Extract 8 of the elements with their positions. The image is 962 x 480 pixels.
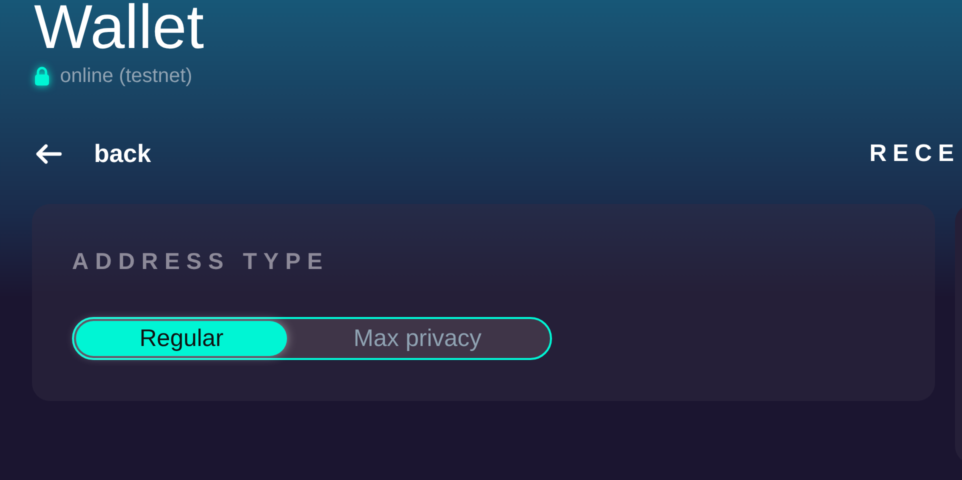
address-type-option[interactable]: Max privacy xyxy=(287,321,548,356)
connection-status: online (testnet) xyxy=(60,64,192,88)
address-type-heading: ADDRESS TYPE xyxy=(72,248,330,275)
back-arrow-icon xyxy=(34,143,62,165)
address-type-option[interactable]: Regular xyxy=(76,321,287,356)
wallet-title: Wallet xyxy=(34,0,205,56)
section-heading: RECE xyxy=(869,140,960,168)
back-button[interactable]: back xyxy=(34,140,151,168)
